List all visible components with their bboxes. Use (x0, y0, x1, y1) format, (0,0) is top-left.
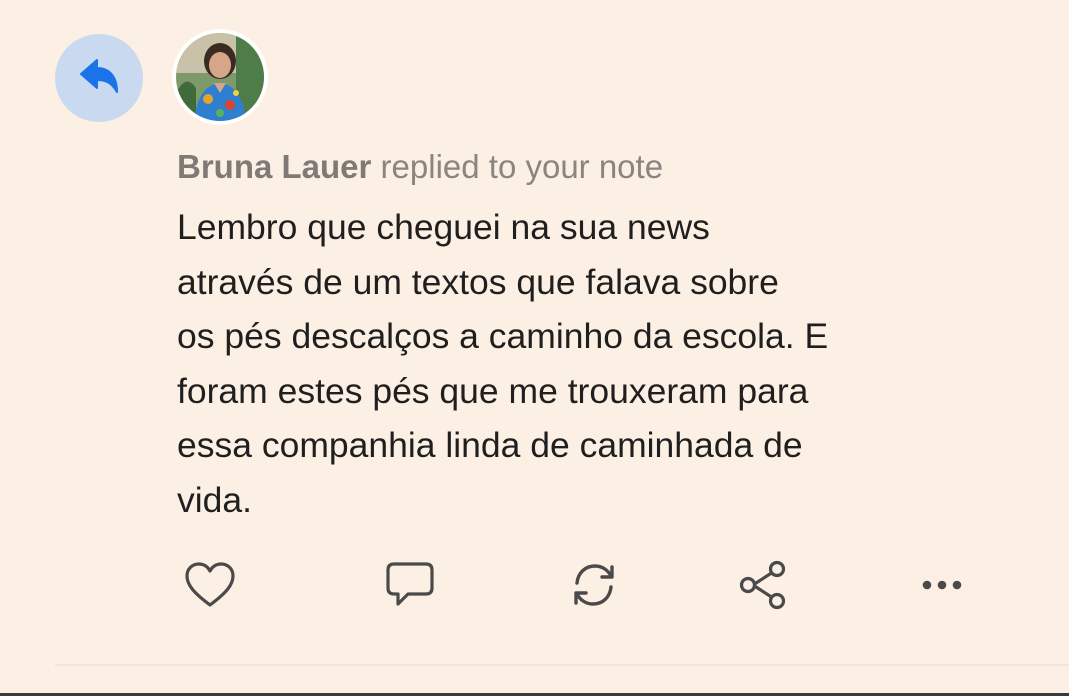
avatar-photo (176, 33, 264, 121)
reply-body-line: através de um textos que falava sobre (177, 261, 779, 302)
restack-icon (568, 559, 620, 611)
reply-arrow-icon (77, 56, 121, 101)
avatar[interactable] (172, 29, 268, 125)
reply-body[interactable]: Lembro que cheguei na sua news através de… (177, 200, 1037, 527)
like-button[interactable] (183, 558, 237, 612)
reply-body-line: vida. (177, 479, 252, 520)
share-icon (736, 558, 790, 612)
divider (55, 664, 1069, 666)
comment-icon (384, 560, 436, 610)
more-button[interactable] (915, 558, 969, 612)
heart-icon (184, 561, 236, 609)
reply-body-line: os pés descalços a caminho da escola. E (177, 316, 829, 356)
comment-button[interactable] (383, 558, 437, 612)
reply-body-line: foram estes pés que me trouxeram para (177, 370, 809, 411)
reply-body-line: Lembro que cheguei na sua news (177, 207, 710, 247)
notification-header: Bruna Lauer replied to your note (177, 148, 663, 186)
notification-action-text: replied to your note (380, 148, 664, 185)
restack-button[interactable] (567, 558, 621, 612)
reply-notification[interactable]: Bruna Lauer replied to your note Lembro … (0, 0, 1069, 696)
share-button[interactable] (736, 558, 790, 612)
reply-body-line: essa companhia linda de caminhada de (177, 425, 803, 465)
action-bar (0, 558, 1069, 612)
author-name[interactable]: Bruna Lauer (177, 148, 371, 185)
more-icon (917, 577, 967, 593)
reply-badge (55, 34, 143, 122)
